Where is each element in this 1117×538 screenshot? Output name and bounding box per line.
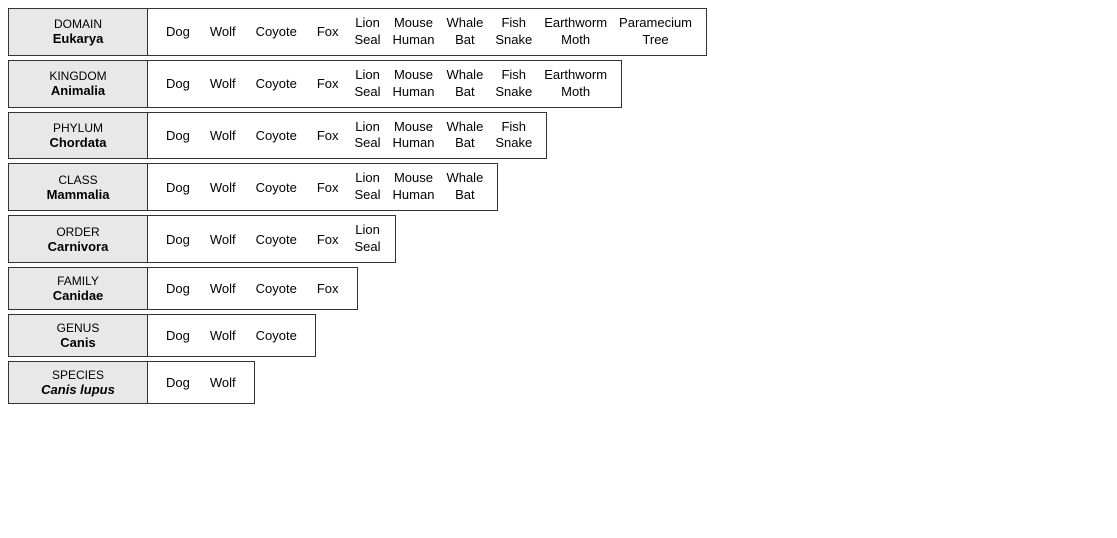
rank-name: Canidae <box>53 288 104 303</box>
rank-label: KINGDOMAnimalia <box>8 60 148 108</box>
member-item: Fox <box>307 126 349 145</box>
member-item: LionSeal <box>349 13 387 51</box>
member-item: LionSeal <box>349 168 387 206</box>
taxonomy-row: DOMAINEukaryaDogWolfCoyoteFoxLionSealMou… <box>8 8 1109 56</box>
member-item: WhaleBat <box>440 168 489 206</box>
member-item: EarthwormMoth <box>538 65 613 103</box>
rank-text: DOMAIN <box>54 17 102 31</box>
rank-label: DOMAINEukarya <box>8 8 148 56</box>
member-item: Dog <box>156 22 200 41</box>
member-item: Wolf <box>200 230 246 249</box>
member-item: WhaleBat <box>440 117 489 155</box>
rank-name: Mammalia <box>47 187 110 202</box>
members-cell: DogWolf <box>148 361 255 404</box>
rank-label: PHYLUMChordata <box>8 112 148 160</box>
member-item: Fox <box>307 178 349 197</box>
member-item: MouseHuman <box>387 117 441 155</box>
member-item: MouseHuman <box>387 13 441 51</box>
member-item: MouseHuman <box>387 65 441 103</box>
member-item: LionSeal <box>349 65 387 103</box>
members-cell: DogWolfCoyoteFoxLionSealMouseHumanWhaleB… <box>148 60 622 108</box>
rank-label: SPECIESCanis lupus <box>8 361 148 404</box>
member-item: EarthwormMoth <box>538 13 613 51</box>
member-item: Fox <box>307 22 349 41</box>
rank-text: PHYLUM <box>53 121 103 135</box>
rank-name: Eukarya <box>53 31 104 46</box>
member-item: Wolf <box>200 373 246 392</box>
members-cell: DogWolfCoyoteFoxLionSealMouseHumanWhaleB… <box>148 112 547 160</box>
rank-label: CLASSMammalia <box>8 163 148 211</box>
rank-text: ORDER <box>56 225 99 239</box>
rank-name: Canis lupus <box>41 382 115 397</box>
rank-name: Chordata <box>49 135 106 150</box>
member-item: Wolf <box>200 126 246 145</box>
member-item: Fox <box>307 74 349 93</box>
rank-name: Canis <box>60 335 95 350</box>
member-item: WhaleBat <box>440 13 489 51</box>
rank-label: GENUSCanis <box>8 314 148 357</box>
member-item: Wolf <box>200 74 246 93</box>
member-item: Coyote <box>246 326 307 345</box>
member-item: Fox <box>307 279 349 298</box>
member-item: FishSnake <box>489 13 538 51</box>
member-item: ParameciumTree <box>613 13 698 51</box>
rank-name: Carnivora <box>48 239 109 254</box>
member-item: WhaleBat <box>440 65 489 103</box>
rank-text: CLASS <box>58 173 97 187</box>
taxonomy-row: CLASSMammaliaDogWolfCoyoteFoxLionSealMou… <box>8 163 1109 211</box>
members-cell: DogWolfCoyoteFoxLionSealMouseHumanWhaleB… <box>148 8 707 56</box>
rank-text: FAMILY <box>57 274 99 288</box>
member-item: LionSeal <box>349 220 387 258</box>
taxonomy-row: PHYLUMChordataDogWolfCoyoteFoxLionSealMo… <box>8 112 1109 160</box>
rank-name: Animalia <box>51 83 105 98</box>
member-item: Dog <box>156 74 200 93</box>
members-cell: DogWolfCoyoteFox <box>148 267 358 310</box>
member-item: Dog <box>156 373 200 392</box>
rank-text: SPECIES <box>52 368 104 382</box>
member-item: Wolf <box>200 178 246 197</box>
rank-text: KINGDOM <box>49 69 106 83</box>
member-item: Dog <box>156 326 200 345</box>
member-item: FishSnake <box>489 65 538 103</box>
member-item: Fox <box>307 230 349 249</box>
taxonomy-row: FAMILYCanidaeDogWolfCoyoteFox <box>8 267 1109 310</box>
members-cell: DogWolfCoyote <box>148 314 316 357</box>
members-cell: DogWolfCoyoteFoxLionSealMouseHumanWhaleB… <box>148 163 498 211</box>
member-item: Coyote <box>246 126 307 145</box>
member-item: Dog <box>156 279 200 298</box>
taxonomy-row: KINGDOMAnimaliaDogWolfCoyoteFoxLionSealM… <box>8 60 1109 108</box>
member-item: Coyote <box>246 230 307 249</box>
member-item: Wolf <box>200 22 246 41</box>
member-item: Dog <box>156 230 200 249</box>
rank-label: FAMILYCanidae <box>8 267 148 310</box>
rank-label: ORDERCarnivora <box>8 215 148 263</box>
member-item: LionSeal <box>349 117 387 155</box>
member-item: Coyote <box>246 279 307 298</box>
member-item: Coyote <box>246 74 307 93</box>
taxonomy-row: SPECIESCanis lupusDogWolf <box>8 361 1109 404</box>
taxonomy-row: ORDERCarnivoraDogWolfCoyoteFoxLionSeal <box>8 215 1109 263</box>
members-cell: DogWolfCoyoteFoxLionSeal <box>148 215 396 263</box>
member-item: Coyote <box>246 22 307 41</box>
member-item: Dog <box>156 178 200 197</box>
taxonomy-row: GENUSCanisDogWolfCoyote <box>8 314 1109 357</box>
member-item: MouseHuman <box>387 168 441 206</box>
taxonomy-diagram: DOMAINEukaryaDogWolfCoyoteFoxLionSealMou… <box>8 8 1109 404</box>
member-item: Dog <box>156 126 200 145</box>
member-item: Wolf <box>200 326 246 345</box>
member-item: FishSnake <box>489 117 538 155</box>
member-item: Coyote <box>246 178 307 197</box>
rank-text: GENUS <box>57 321 100 335</box>
member-item: Wolf <box>200 279 246 298</box>
